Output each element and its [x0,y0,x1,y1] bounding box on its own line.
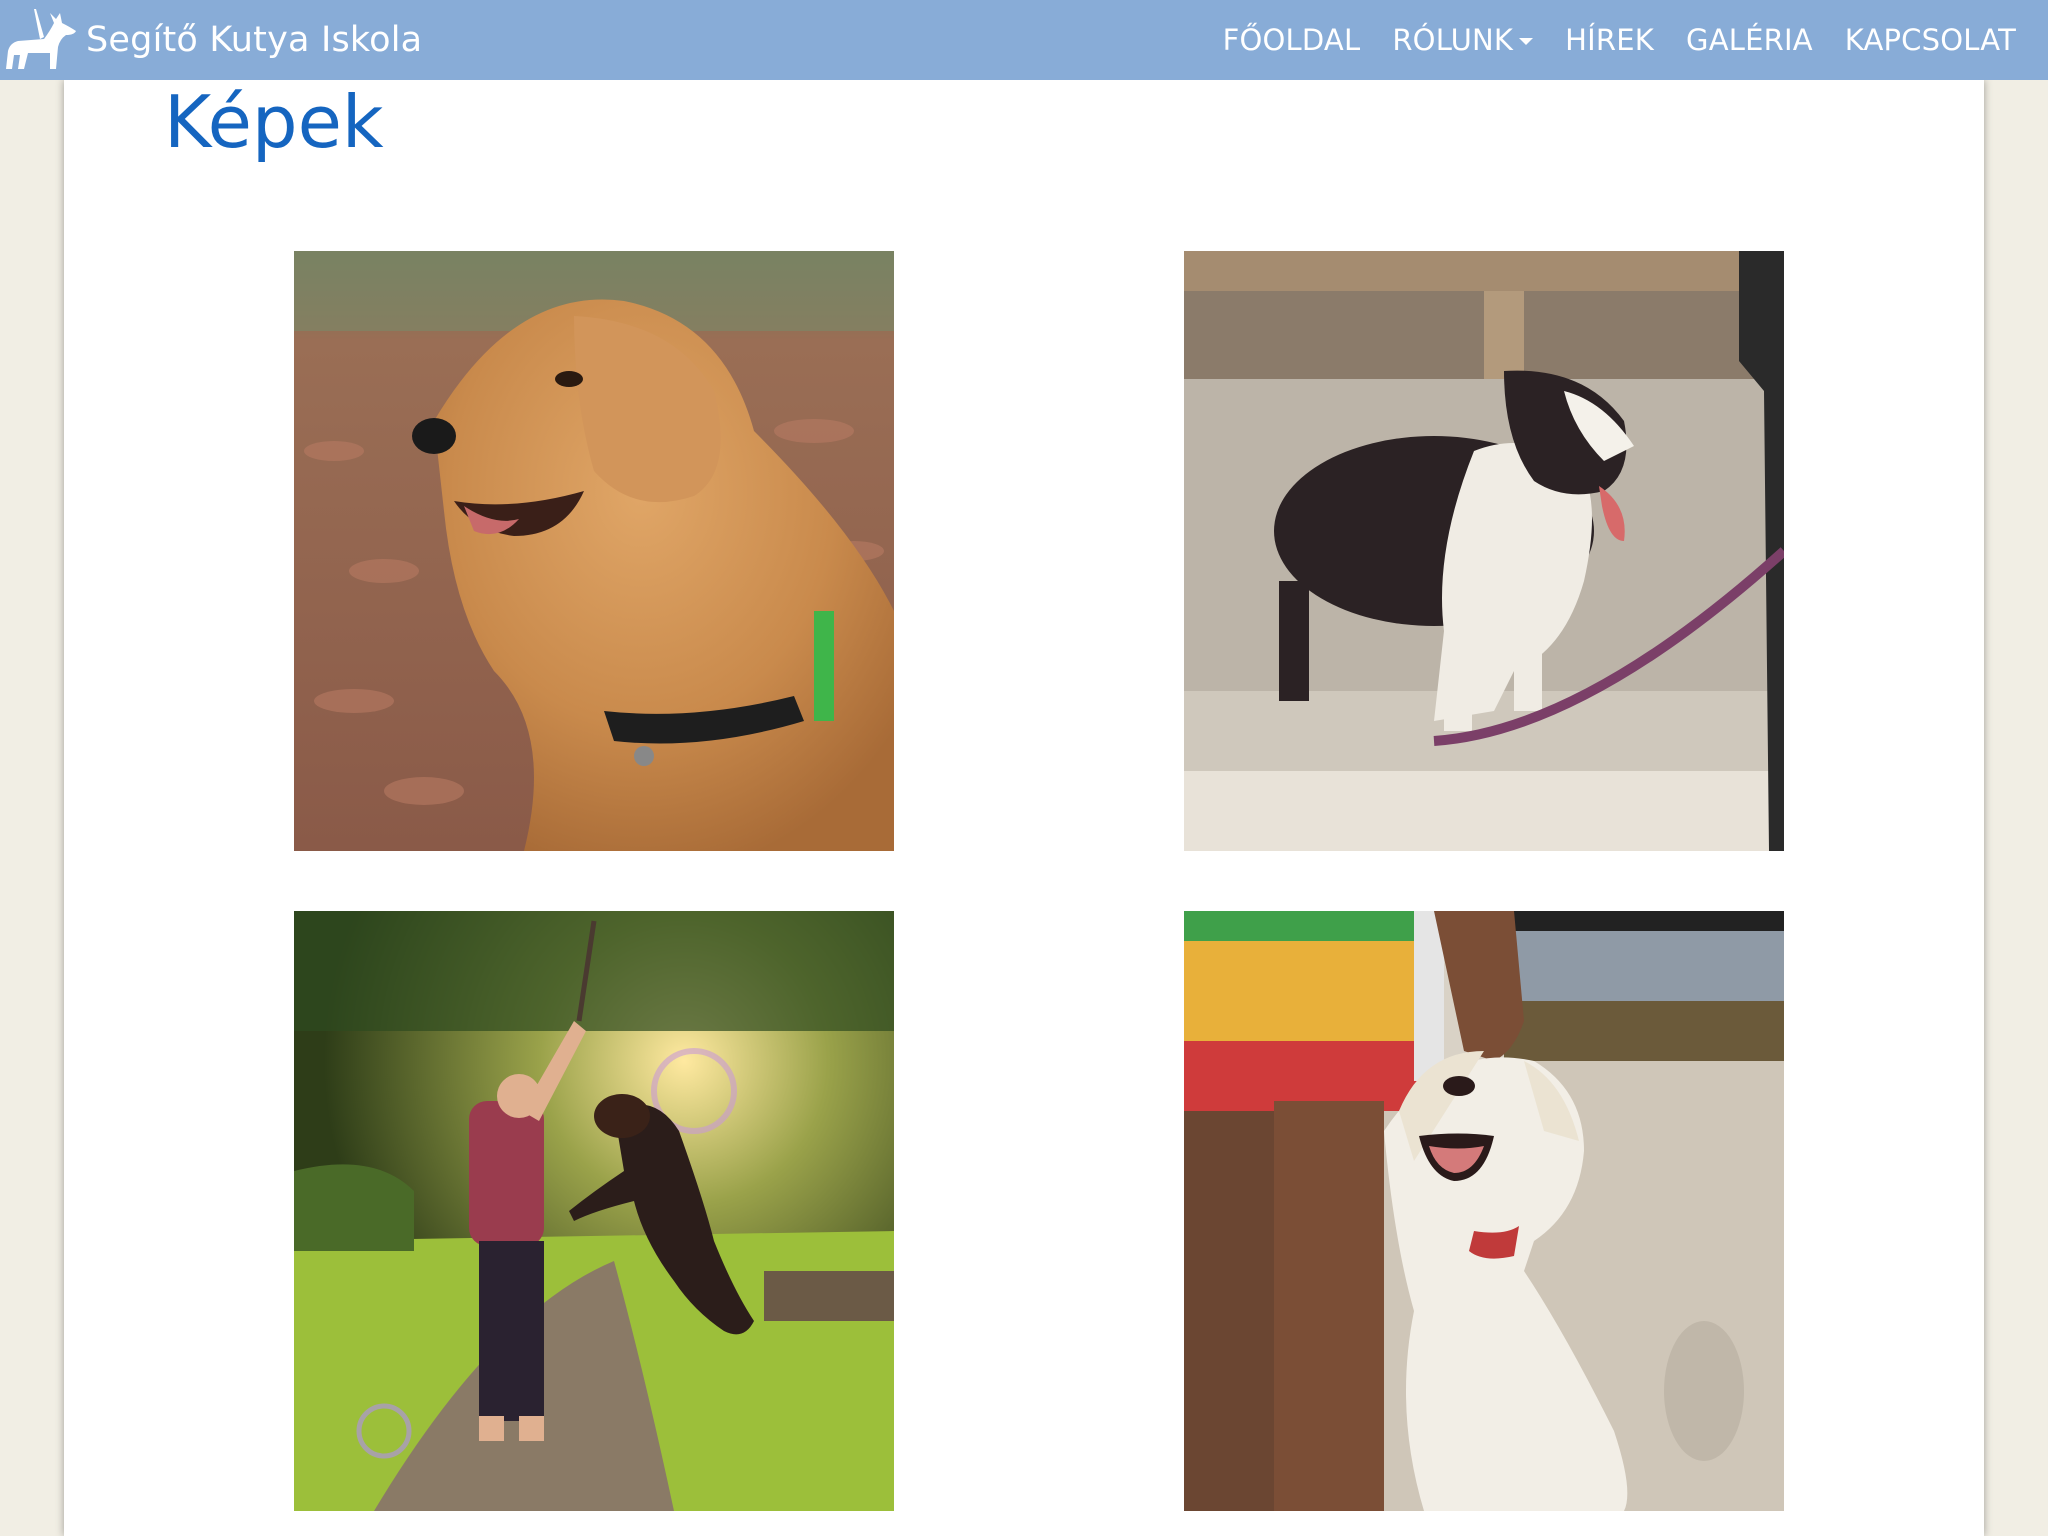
page-title: Képek [164,80,384,164]
brand-link[interactable]: Segítő Kutya Iskola [0,0,422,80]
gallery-image-border-collie[interactable] [1184,251,1784,851]
main-nav: FŐOLDAL RÓLUNK HÍREK GALÉRIA KAPCSOLAT [1207,0,2032,80]
border-collie-photo [1184,251,1784,851]
nav-item-contact[interactable]: KAPCSOLAT [1845,23,2016,57]
nav-item-home[interactable]: FŐOLDAL [1223,23,1361,57]
golden-retriever-photo [294,251,894,851]
nav-item-about[interactable]: RÓLUNK [1392,23,1534,57]
nav-item-gallery[interactable]: GALÉRIA [1686,23,1813,57]
gallery-image-golden-retriever[interactable] [294,251,894,851]
smiling-labrador-photo [1184,911,1784,1511]
gallery-image-smiling-labrador[interactable] [1184,911,1784,1511]
nav-item-news[interactable]: HÍREK [1565,23,1654,57]
man-playing-with-dog-photo [294,911,894,1511]
main-content: Képek [64,80,1984,1536]
brand-name: Segítő Kutya Iskola [86,20,423,60]
top-navbar: Segítő Kutya Iskola FŐOLDAL RÓLUNK HÍREK… [0,0,2048,80]
caret-down-icon [1519,37,1534,45]
gallery-image-man-and-dog[interactable] [294,911,894,1511]
dog-silhouette-icon [6,9,76,69]
nav-item-about-label: RÓLUNK [1392,23,1514,57]
